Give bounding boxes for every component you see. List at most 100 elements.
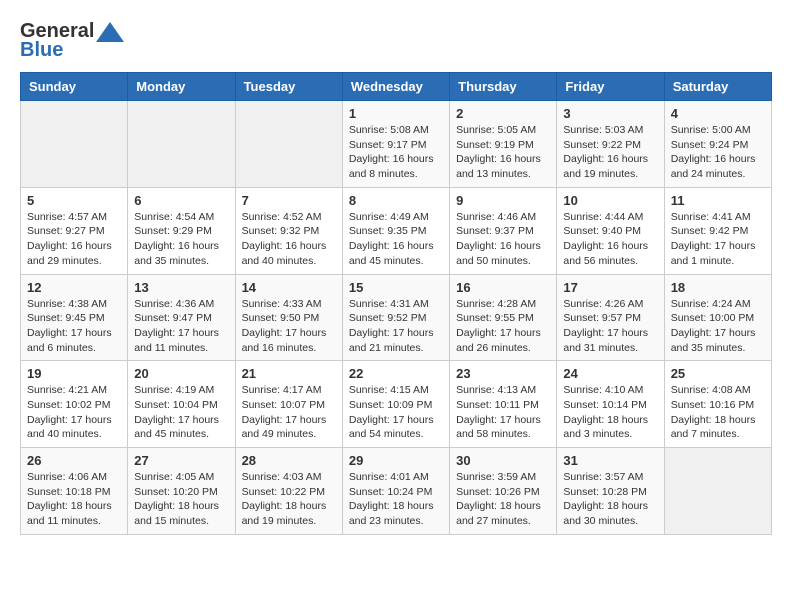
day-number: 24: [563, 366, 657, 381]
calendar-cell: 31Sunrise: 3:57 AM Sunset: 10:28 PM Dayl…: [557, 448, 664, 535]
day-number: 5: [27, 193, 121, 208]
day-number: 28: [242, 453, 336, 468]
logo-icon: [96, 22, 124, 42]
calendar-cell: 7 Sunrise: 4:52 AM Sunset: 9:32 PM Daylig…: [235, 187, 342, 274]
day-number: 13: [134, 280, 228, 295]
day-number: 16: [456, 280, 550, 295]
calendar-cell: 23 Sunrise: 4:13 AM Sunset: 10:11 PM Dayl…: [450, 361, 557, 448]
calendar-cell: 14Sunrise: 4:33 AM Sunset: 9:50 PM Dayli…: [235, 274, 342, 361]
calendar-cell: 21 Sunrise: 4:17 AM Sunset: 10:07 PM Dayl…: [235, 361, 342, 448]
day-number: 8: [349, 193, 443, 208]
calendar-cell: 22 Sunrise: 4:15 AM Sunset: 10:09 PM Dayl…: [342, 361, 449, 448]
day-info: Sunrise: 4:19 AM Sunset: 10:04 PM Daylig…: [134, 383, 228, 442]
calendar-cell: 2 Sunrise: 5:05 AM Sunset: 9:19 PM Daylig…: [450, 101, 557, 188]
day-info: Sunrise: 3:59 AM Sunset: 10:26 PM Daylig…: [456, 470, 550, 529]
day-number: 4: [671, 106, 765, 121]
calendar-cell: [664, 448, 771, 535]
day-number: 31: [563, 453, 657, 468]
week-row-5: 26 Sunrise: 4:06 AM Sunset: 10:18 PM Dayl…: [21, 448, 772, 535]
week-row-4: 19 Sunrise: 4:21 AM Sunset: 10:02 PM Dayl…: [21, 361, 772, 448]
day-number: 10: [563, 193, 657, 208]
day-number: 17: [563, 280, 657, 295]
calendar-cell: [128, 101, 235, 188]
day-info: Sunrise: 4:13 AM Sunset: 10:11 PM Daylig…: [456, 383, 550, 442]
day-number: 20: [134, 366, 228, 381]
calendar-cell: 30 Sunrise: 3:59 AM Sunset: 10:26 PM Dayl…: [450, 448, 557, 535]
day-number: 7: [242, 193, 336, 208]
calendar-cell: 15Sunrise: 4:31 AM Sunset: 9:52 PM Dayli…: [342, 274, 449, 361]
day-info: Sunrise: 4:36 AM Sunset: 9:47 PM Dayligh…: [134, 297, 228, 356]
day-number: 21: [242, 366, 336, 381]
day-info: Sunrise: 4:31 AM Sunset: 9:52 PM Dayligh…: [349, 297, 443, 356]
calendar-cell: 11Sunrise: 4:41 AM Sunset: 9:42 PM Dayli…: [664, 187, 771, 274]
day-info: Sunrise: 5:05 AM Sunset: 9:19 PM Dayligh…: [456, 123, 550, 182]
day-info: Sunrise: 4:01 AM Sunset: 10:24 PM Daylig…: [349, 470, 443, 529]
day-info: Sunrise: 4:17 AM Sunset: 10:07 PM Daylig…: [242, 383, 336, 442]
calendar-cell: 26 Sunrise: 4:06 AM Sunset: 10:18 PM Dayl…: [21, 448, 128, 535]
calendar-cell: 6 Sunrise: 4:54 AM Sunset: 9:29 PM Daylig…: [128, 187, 235, 274]
day-number: 22: [349, 366, 443, 381]
weekday-header-sunday: Sunday: [21, 73, 128, 101]
calendar-cell: 19 Sunrise: 4:21 AM Sunset: 10:02 PM Dayl…: [21, 361, 128, 448]
day-number: 18: [671, 280, 765, 295]
day-info: Sunrise: 4:52 AM Sunset: 9:32 PM Dayligh…: [242, 210, 336, 269]
day-info: Sunrise: 4:15 AM Sunset: 10:09 PM Daylig…: [349, 383, 443, 442]
day-number: 26: [27, 453, 121, 468]
day-info: Sunrise: 5:00 AM Sunset: 9:24 PM Dayligh…: [671, 123, 765, 182]
day-number: 3: [563, 106, 657, 121]
calendar-cell: 1 Sunrise: 5:08 AM Sunset: 9:17 PM Daylig…: [342, 101, 449, 188]
calendar-cell: 25 Sunrise: 4:08 AM Sunset: 10:16 PM Dayl…: [664, 361, 771, 448]
weekday-header-monday: Monday: [128, 73, 235, 101]
calendar-cell: 16Sunrise: 4:28 AM Sunset: 9:55 PM Dayli…: [450, 274, 557, 361]
day-info: Sunrise: 5:08 AM Sunset: 9:17 PM Dayligh…: [349, 123, 443, 182]
calendar-cell: 10 Sunrise: 4:44 AM Sunset: 9:40 PM Dayli…: [557, 187, 664, 274]
day-number: 23: [456, 366, 550, 381]
calendar-cell: 24 Sunrise: 4:10 AM Sunset: 10:14 PM Dayl…: [557, 361, 664, 448]
calendar-cell: 4 Sunrise: 5:00 AM Sunset: 9:24 PM Daylig…: [664, 101, 771, 188]
day-number: 25: [671, 366, 765, 381]
calendar-cell: 5 Sunrise: 4:57 AM Sunset: 9:27 PM Daylig…: [21, 187, 128, 274]
logo: General Blue: [20, 20, 124, 62]
week-row-3: 12Sunrise: 4:38 AM Sunset: 9:45 PM Dayli…: [21, 274, 772, 361]
weekday-header-saturday: Saturday: [664, 73, 771, 101]
day-number: 27: [134, 453, 228, 468]
logo-blue-text: Blue: [20, 39, 63, 62]
day-info: Sunrise: 4:10 AM Sunset: 10:14 PM Daylig…: [563, 383, 657, 442]
page-header: General Blue: [20, 20, 772, 62]
day-info: Sunrise: 4:21 AM Sunset: 10:02 PM Daylig…: [27, 383, 121, 442]
calendar-cell: 12Sunrise: 4:38 AM Sunset: 9:45 PM Dayli…: [21, 274, 128, 361]
day-number: 9: [456, 193, 550, 208]
week-row-1: 1 Sunrise: 5:08 AM Sunset: 9:17 PM Daylig…: [21, 101, 772, 188]
day-info: Sunrise: 4:54 AM Sunset: 9:29 PM Dayligh…: [134, 210, 228, 269]
day-info: Sunrise: 4:08 AM Sunset: 10:16 PM Daylig…: [671, 383, 765, 442]
day-number: 1: [349, 106, 443, 121]
week-row-2: 5 Sunrise: 4:57 AM Sunset: 9:27 PM Daylig…: [21, 187, 772, 274]
day-info: Sunrise: 4:57 AM Sunset: 9:27 PM Dayligh…: [27, 210, 121, 269]
weekday-header-wednesday: Wednesday: [342, 73, 449, 101]
day-info: Sunrise: 5:03 AM Sunset: 9:22 PM Dayligh…: [563, 123, 657, 182]
day-info: Sunrise: 4:49 AM Sunset: 9:35 PM Dayligh…: [349, 210, 443, 269]
day-info: Sunrise: 4:06 AM Sunset: 10:18 PM Daylig…: [27, 470, 121, 529]
calendar-cell: 17Sunrise: 4:26 AM Sunset: 9:57 PM Dayli…: [557, 274, 664, 361]
day-info: Sunrise: 4:05 AM Sunset: 10:20 PM Daylig…: [134, 470, 228, 529]
calendar-cell: 20 Sunrise: 4:19 AM Sunset: 10:04 PM Dayl…: [128, 361, 235, 448]
weekday-header-thursday: Thursday: [450, 73, 557, 101]
day-number: 30: [456, 453, 550, 468]
calendar-table: SundayMondayTuesdayWednesdayThursdayFrid…: [20, 72, 772, 535]
calendar-cell: [235, 101, 342, 188]
calendar-cell: 9Sunrise: 4:46 AM Sunset: 9:37 PM Daylig…: [450, 187, 557, 274]
day-number: 14: [242, 280, 336, 295]
day-number: 2: [456, 106, 550, 121]
day-number: 6: [134, 193, 228, 208]
day-number: 19: [27, 366, 121, 381]
weekday-header-row: SundayMondayTuesdayWednesdayThursdayFrid…: [21, 73, 772, 101]
day-info: Sunrise: 4:41 AM Sunset: 9:42 PM Dayligh…: [671, 210, 765, 269]
day-info: Sunrise: 4:24 AM Sunset: 10:00 PM Daylig…: [671, 297, 765, 356]
day-number: 12: [27, 280, 121, 295]
calendar-cell: [21, 101, 128, 188]
calendar-cell: 27 Sunrise: 4:05 AM Sunset: 10:20 PM Dayl…: [128, 448, 235, 535]
calendar-cell: 29Sunrise: 4:01 AM Sunset: 10:24 PM Dayl…: [342, 448, 449, 535]
day-info: Sunrise: 4:44 AM Sunset: 9:40 PM Dayligh…: [563, 210, 657, 269]
calendar-cell: 13 Sunrise: 4:36 AM Sunset: 9:47 PM Dayli…: [128, 274, 235, 361]
calendar-cell: 28Sunrise: 4:03 AM Sunset: 10:22 PM Dayl…: [235, 448, 342, 535]
